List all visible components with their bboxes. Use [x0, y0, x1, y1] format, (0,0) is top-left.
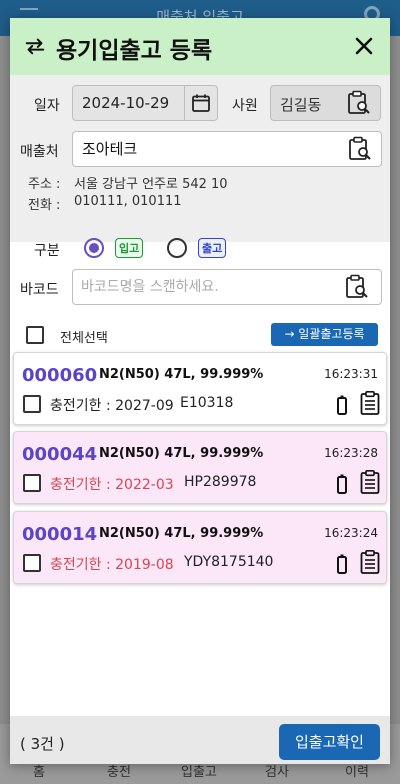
customer-value: 조아테크: [82, 140, 138, 158]
select-all-label: 전체선택: [60, 331, 108, 346]
swap-arrows-icon: [25, 38, 45, 55]
gas-spec: N2(N50) 47L, 99.999%: [99, 367, 264, 382]
document-icon[interactable]: [360, 550, 380, 574]
address-value: 서울 강남구 언주로 542 10: [74, 177, 228, 192]
document-icon[interactable]: [360, 470, 380, 494]
address-label: 주소 :: [28, 177, 61, 192]
cylinder-code: 000014: [22, 524, 98, 545]
card-checkbox[interactable]: [23, 554, 41, 572]
card-checkbox[interactable]: [23, 474, 41, 492]
scan-time: 16:23:28: [324, 446, 378, 460]
date-value: 2024-10-29: [82, 94, 170, 112]
barcode-input[interactable]: [81, 276, 331, 298]
cylinder-icon: [337, 554, 347, 574]
cylinder-card[interactable]: 000044 N2(N50) 47L, 99.999% 16:23:28 충전기…: [13, 431, 387, 504]
serial-number: E10318: [180, 395, 234, 411]
date-label: 일자: [34, 98, 60, 114]
dialog-footer: ( 3건 ) 입출고확인: [10, 716, 390, 764]
cylinder-icon: [337, 474, 347, 494]
clipboard-search-icon[interactable]: [347, 90, 371, 116]
clipboard-search-icon[interactable]: [348, 136, 372, 162]
cylinder-code: 000044: [22, 444, 98, 465]
employee-field[interactable]: 김길동: [270, 85, 381, 121]
gas-spec: N2(N50) 47L, 99.999%: [99, 446, 264, 461]
serial-number: YDY8175140: [184, 554, 274, 570]
charge-expiry: 충전기한 : 2027-09: [50, 398, 174, 414]
select-all-checkbox[interactable]: [26, 326, 44, 344]
card-checkbox[interactable]: [23, 395, 41, 413]
phone-value: 010111, 010111: [74, 194, 182, 209]
employee-label: 사원: [232, 98, 258, 114]
item-count: ( 3건 ): [20, 735, 65, 753]
customer-label: 매출처: [20, 144, 59, 160]
bulk-outbound-button[interactable]: → 일괄출고등록: [271, 323, 378, 346]
document-icon[interactable]: [360, 391, 380, 415]
close-icon[interactable]: [352, 34, 376, 58]
confirm-inout-button[interactable]: 입출고확인: [279, 724, 380, 760]
cylinder-icon: [337, 395, 347, 415]
employee-value: 김길동: [280, 96, 322, 114]
radio-outbound[interactable]: [167, 238, 187, 258]
barcode-field: [72, 269, 382, 305]
phone-label: 전화 :: [28, 198, 61, 213]
cylinder-card[interactable]: 000014 N2(N50) 47L, 99.999% 16:23:24 충전기…: [13, 511, 387, 584]
charge-expiry: 충전기한 : 2022-03: [50, 477, 174, 493]
outbound-tag: 출고: [198, 238, 227, 258]
barcode-label: 바코드: [20, 282, 59, 298]
type-label: 구분: [34, 243, 60, 259]
date-divider: [184, 86, 185, 120]
dialog-title: 용기입출고 등록: [56, 38, 213, 64]
clipboard-search-icon[interactable]: [345, 274, 369, 300]
serial-number: HP289978: [184, 474, 257, 490]
cylinder-code: 000060: [22, 365, 98, 386]
dialog-header: 용기입출고 등록: [10, 18, 390, 75]
charge-expiry: 충전기한 : 2019-08: [50, 557, 174, 573]
inbound-tag: 입고: [115, 238, 144, 258]
date-field[interactable]: 2024-10-29: [72, 85, 218, 121]
scan-time: 16:23:31: [324, 367, 378, 381]
gas-spec: N2(N50) 47L, 99.999%: [99, 526, 264, 541]
radio-inbound[interactable]: [84, 238, 104, 258]
inout-register-dialog: 용기입출고 등록 일자 2024-10-29 사원 김길동 매출처 조아테크 주…: [10, 18, 390, 764]
scan-time: 16:23:24: [324, 526, 378, 540]
calendar-icon[interactable]: [191, 93, 211, 113]
cylinder-card[interactable]: 000060 N2(N50) 47L, 99.999% 16:23:31 충전기…: [13, 352, 387, 425]
customer-field[interactable]: 조아테크: [72, 131, 382, 167]
